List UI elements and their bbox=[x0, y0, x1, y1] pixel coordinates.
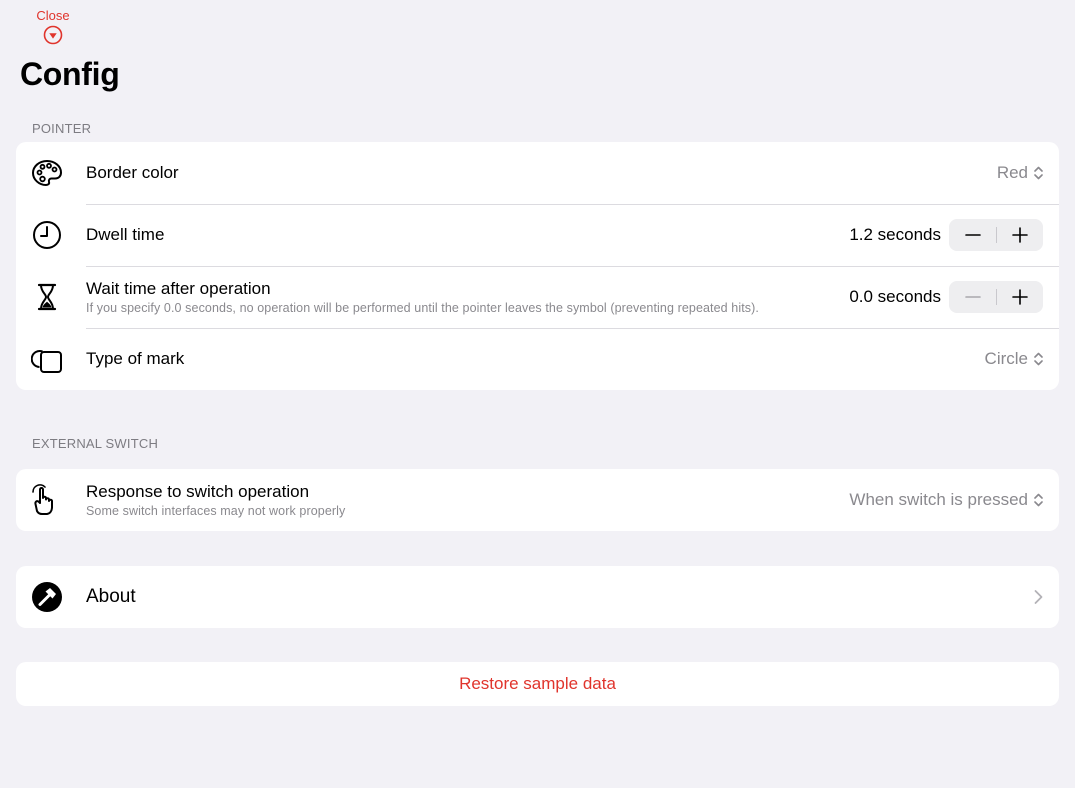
border-color-value: Red bbox=[996, 163, 1028, 182]
wait-time-label: Wait time after operation bbox=[86, 279, 271, 298]
hand-point-icon bbox=[30, 483, 64, 517]
chevron-right-icon bbox=[1034, 590, 1043, 604]
about-group: About bbox=[16, 566, 1059, 628]
dwell-time-row: Dwell time 1.2 seconds bbox=[16, 204, 1059, 266]
minus-icon bbox=[964, 296, 981, 298]
wait-time-row: Wait time after operation If you specify… bbox=[16, 266, 1059, 328]
wait-time-stepper[interactable] bbox=[949, 281, 1043, 313]
clock-icon bbox=[30, 218, 64, 252]
about-row[interactable]: About bbox=[16, 566, 1059, 628]
chevron-up-down-icon bbox=[1034, 352, 1043, 366]
chevron-up-down-icon bbox=[1034, 166, 1043, 180]
square-on-circle-icon bbox=[30, 342, 64, 376]
dwell-time-stepper[interactable] bbox=[949, 219, 1043, 251]
minus-icon bbox=[964, 234, 981, 236]
dwell-time-decrement-button[interactable] bbox=[949, 219, 996, 251]
mark-type-value: Circle bbox=[984, 349, 1028, 368]
pointer-group: Border color Red Dwell time 1.2 seconds bbox=[16, 142, 1059, 390]
dwell-time-label: Dwell time bbox=[86, 225, 165, 244]
page-title: Config bbox=[20, 56, 120, 92]
border-color-label: Border color bbox=[86, 163, 179, 182]
chevron-down-circle-icon bbox=[43, 25, 63, 45]
chevron-up-down-icon bbox=[1034, 493, 1043, 507]
wait-time-decrement-button[interactable] bbox=[949, 281, 996, 313]
switch-response-description: Some switch interfaces may not work prop… bbox=[86, 504, 346, 518]
wait-time-increment-button[interactable] bbox=[996, 281, 1043, 313]
mark-type-label: Type of mark bbox=[86, 349, 185, 368]
external-switch-group: Response to switch operation Some switch… bbox=[16, 469, 1059, 531]
plus-icon bbox=[1011, 227, 1028, 243]
border-color-row[interactable]: Border color Red bbox=[16, 142, 1059, 204]
section-header-pointer: POINTER bbox=[32, 121, 92, 136]
about-label: About bbox=[86, 586, 136, 607]
hammer-circle-icon bbox=[30, 580, 64, 614]
palette-icon bbox=[30, 156, 64, 190]
restore-sample-data-button[interactable]: Restore sample data bbox=[16, 662, 1059, 706]
switch-response-label: Response to switch operation bbox=[86, 482, 310, 501]
switch-response-row[interactable]: Response to switch operation Some switch… bbox=[16, 469, 1059, 531]
close-button[interactable]: Close bbox=[28, 8, 78, 45]
border-color-picker[interactable]: Red bbox=[997, 163, 1043, 183]
section-header-external-switch: EXTERNAL SWITCH bbox=[32, 436, 159, 451]
mark-type-row[interactable]: Type of mark Circle bbox=[16, 328, 1059, 390]
switch-response-picker[interactable]: When switch is pressed bbox=[849, 490, 1043, 510]
restore-group: Restore sample data bbox=[16, 662, 1059, 706]
mark-type-picker[interactable]: Circle bbox=[985, 349, 1043, 369]
wait-time-description: If you specify 0.0 seconds, no operation… bbox=[86, 301, 759, 315]
plus-icon bbox=[1011, 289, 1028, 305]
wait-time-value: 0.0 seconds bbox=[849, 287, 941, 306]
hourglass-icon bbox=[30, 280, 64, 314]
dwell-time-value: 1.2 seconds bbox=[849, 225, 941, 244]
close-label: Close bbox=[36, 8, 70, 23]
switch-response-value: When switch is pressed bbox=[849, 490, 1028, 509]
dwell-time-increment-button[interactable] bbox=[996, 219, 1043, 251]
